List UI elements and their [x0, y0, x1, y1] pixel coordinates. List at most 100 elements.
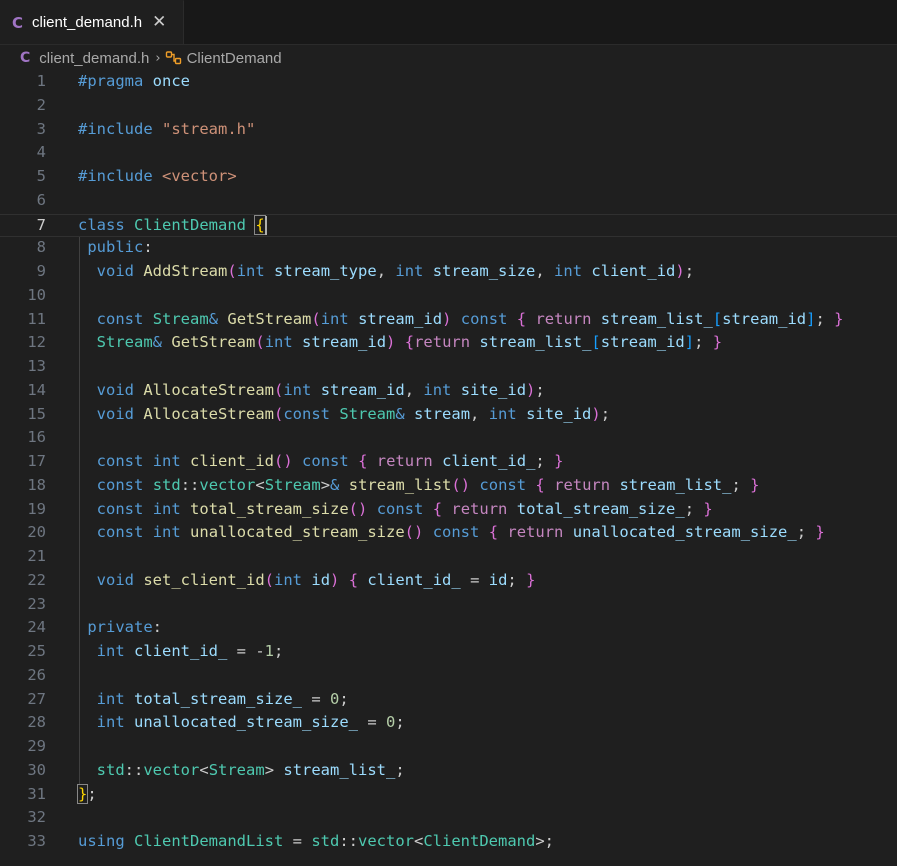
line-number: 20: [27, 523, 46, 542]
code-line[interactable]: 2: [0, 95, 897, 119]
code-token: (: [311, 309, 321, 328]
code-token: }: [554, 452, 564, 470]
tab-client-demand-h[interactable]: C client_demand.h ✕: [0, 0, 184, 44]
code-token: }: [76, 783, 89, 804]
code-token: ;: [694, 333, 713, 352]
code-line[interactable]: 7 class ClientDemand {: [0, 213, 897, 238]
code-token: int: [320, 309, 349, 328]
code-line[interactable]: 3 #include "stream.h": [0, 119, 897, 143]
code-token: class: [78, 215, 125, 234]
line-number: 9: [36, 262, 46, 280]
code-line[interactable]: 1 #pragma once: [0, 71, 897, 95]
code-line[interactable]: 16: [0, 427, 897, 451]
code-line[interactable]: 26: [0, 665, 897, 689]
c-file-icon: C: [12, 13, 24, 32]
code-line[interactable]: 10: [0, 285, 897, 309]
line-code: int unallocated_stream_size_ = 0;: [78, 713, 405, 731]
code-line[interactable]: 12 Stream& GetStream(int stream_id) {ret…: [0, 332, 897, 356]
code-token: int: [96, 713, 125, 732]
line-number: 16: [27, 428, 46, 447]
code-token: Stream: [152, 309, 209, 328]
code-line[interactable]: 29: [0, 736, 897, 760]
code-token: unallocated_stream_size_: [134, 713, 358, 732]
tab-bar: C client_demand.h ✕: [0, 0, 897, 45]
code-token: AllocateStream: [143, 380, 274, 399]
breadcrumb-symbol[interactable]: ClientDemand: [187, 50, 282, 67]
code-token: ;: [339, 689, 349, 708]
code-line[interactable]: 32: [0, 807, 897, 831]
code-editor[interactable]: 1 #pragma once 2 3 #include "stream.h" 4 5 #inc…: [0, 71, 897, 866]
code-token: std: [152, 475, 181, 494]
code-line[interactable]: 25 int client_id_ = -1;: [0, 641, 897, 665]
code-line[interactable]: 31};: [0, 783, 897, 808]
code-line[interactable]: 20 const int unallocated_stream_size() c…: [0, 522, 897, 546]
code-line[interactable]: 21: [0, 546, 897, 570]
line-code: private:: [78, 618, 162, 636]
code-token: ::: [339, 832, 358, 850]
line-code: #pragma once: [78, 72, 190, 90]
code-line[interactable]: 23: [0, 594, 897, 618]
code-line[interactable]: 27 int total_stream_size_ = 0;: [0, 689, 897, 713]
breadcrumb-file[interactable]: client_demand.h: [39, 50, 149, 67]
code-line[interactable]: 4: [0, 142, 897, 166]
code-line[interactable]: 11 const Stream& GetStream(int stream_id…: [0, 309, 897, 333]
close-icon[interactable]: ✕: [152, 14, 166, 31]
code-token: total_stream_size: [190, 499, 349, 518]
code-token: stream_id: [358, 309, 443, 328]
code-line[interactable]: 22 void set_client_id(int id) { client_i…: [0, 570, 897, 594]
code-line[interactable]: 5 #include <vector>: [0, 166, 897, 190]
code-line[interactable]: 8 public:: [0, 237, 897, 261]
code-line[interactable]: 17 const int client_id() const { return …: [0, 451, 897, 475]
line-number: 33: [27, 832, 46, 850]
breadcrumb: C client_demand.h › ClientDemand: [0, 45, 897, 71]
code-line[interactable]: 33 using ClientDemandList = std::vector<C…: [0, 831, 897, 855]
code-line[interactable]: 18 const std::vector<Stream>& stream_lis…: [0, 475, 897, 499]
code-line[interactable]: 24 private:: [0, 617, 897, 641]
tab-label: client_demand.h: [32, 14, 143, 31]
line-number: 23: [27, 594, 46, 613]
code-token: total_stream_size_: [134, 689, 302, 708]
code-token: 0: [330, 689, 340, 708]
code-token: :: [152, 618, 163, 637]
code-line[interactable]: 13: [0, 356, 897, 380]
code-line[interactable]: 6: [0, 190, 897, 214]
code-token: int: [96, 689, 125, 708]
code-token: &: [330, 475, 340, 494]
code-token: return: [535, 309, 592, 328]
code-line[interactable]: 9 void AddStream(int stream_type, int st…: [0, 261, 897, 285]
line-number: 1: [36, 72, 46, 90]
code-token: &: [152, 333, 163, 352]
line-code: const int total_stream_size() const { re…: [78, 500, 713, 518]
code-line[interactable]: 28 int unallocated_stream_size_ = 0;: [0, 712, 897, 736]
code-token: "stream.h": [162, 119, 256, 138]
line-code: const Stream& GetStream(int stream_id) c…: [78, 309, 844, 328]
code-token: stream_id: [722, 309, 807, 328]
code-token: return: [414, 333, 471, 352]
line-number: 3: [36, 119, 46, 138]
code-token: ClientDemand: [134, 215, 246, 234]
code-line[interactable]: 14 void AllocateStream(int stream_id, in…: [0, 380, 897, 404]
code-line[interactable]: 19 const int total_stream_size() const {…: [0, 499, 897, 523]
code-line[interactable]: 30 std::vector<Stream> stream_list_;: [0, 760, 897, 784]
code-token: >: [320, 475, 331, 494]
code-line[interactable]: 15 void AllocateStream(const Stream& str…: [0, 404, 897, 428]
code-token: GetStream: [171, 333, 256, 352]
code-token: ClientDemand: [423, 832, 536, 850]
